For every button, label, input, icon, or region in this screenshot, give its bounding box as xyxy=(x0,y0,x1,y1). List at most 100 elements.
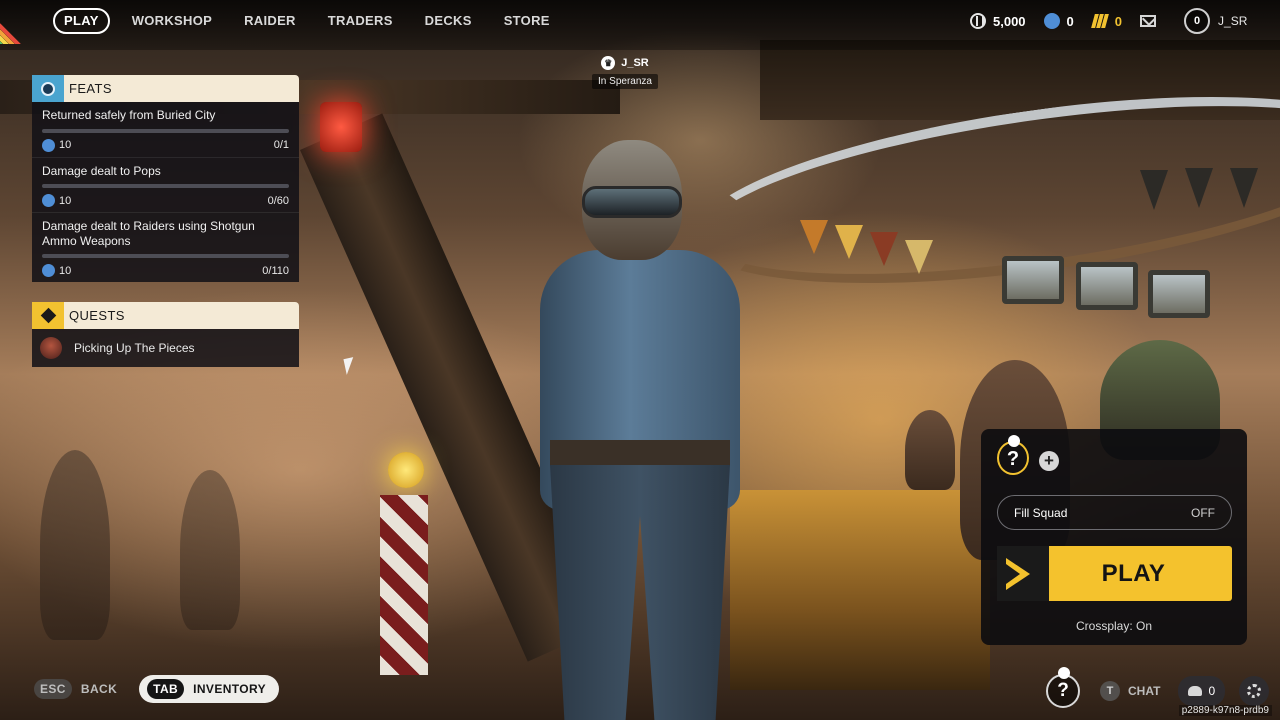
crt-monitor xyxy=(1002,256,1064,304)
play-button-label: PLAY xyxy=(1101,559,1166,587)
friends-count: 0 xyxy=(1208,684,1216,698)
cred-display[interactable]: 0 xyxy=(1090,13,1123,29)
pennant-flag xyxy=(905,240,933,274)
npc-figure xyxy=(180,470,240,630)
back-button[interactable]: ESC BACK xyxy=(34,679,117,699)
friends-button[interactable]: 0 xyxy=(1178,676,1226,706)
friends-icon xyxy=(1188,686,1203,696)
player-name: J_SR xyxy=(621,57,649,69)
yellow-lamp xyxy=(388,452,424,488)
main-nav: PLAY WORKSHOP RAIDER TRADERS DECKS STORE xyxy=(53,8,566,34)
mail-icon[interactable] xyxy=(1140,15,1157,27)
rainbow-corner-accent xyxy=(0,0,44,44)
feat-title: Returned safely from Buried City xyxy=(42,108,216,122)
chat-label: CHAT xyxy=(1128,684,1161,698)
cred-icon xyxy=(1090,13,1109,29)
token-icon xyxy=(42,264,55,277)
quests-panel: QUESTS Picking Up The Pieces xyxy=(32,302,299,367)
feats-title: FEATS xyxy=(69,81,112,96)
feat-progress-bar xyxy=(42,254,289,258)
add-squad-member-button[interactable]: + xyxy=(1039,451,1059,471)
nav-tab-play[interactable]: PLAY xyxy=(53,8,110,34)
chat-button[interactable]: T CHAT xyxy=(1100,681,1160,701)
nav-tab-raider[interactable]: RAIDER xyxy=(228,8,312,34)
feat-progress: 0/110 xyxy=(262,264,289,277)
crossplay-status: Crossplay: On xyxy=(1075,619,1153,633)
nav-tab-decks[interactable]: DECKS xyxy=(409,8,488,34)
settings-button[interactable] xyxy=(1239,676,1270,706)
player-character xyxy=(520,140,760,720)
esc-key-hint: ESC xyxy=(34,679,72,699)
feats-header[interactable]: FEATS xyxy=(32,75,299,102)
quest-item[interactable]: Picking Up The Pieces xyxy=(32,329,299,367)
feat-item[interactable]: Returned safely from Buried City 10 0/1 xyxy=(32,102,299,158)
tokens-value: 0 xyxy=(1066,13,1074,29)
tab-key-hint: TAB xyxy=(147,679,185,699)
fill-squad-toggle[interactable]: Fill Squad OFF xyxy=(997,495,1232,530)
feat-progress-bar xyxy=(42,128,289,133)
quests-icon xyxy=(32,302,64,329)
quests-header[interactable]: QUESTS xyxy=(32,302,299,329)
quest-giver-avatar xyxy=(40,337,62,359)
quests-title: QUESTS xyxy=(69,308,125,323)
nav-tab-traders[interactable]: TRADERS xyxy=(312,8,409,34)
play-button[interactable]: PLAY xyxy=(997,546,1232,601)
coins-display[interactable]: 5,000 xyxy=(970,13,1026,29)
feat-reward: 10 xyxy=(59,139,72,151)
crown-icon xyxy=(1008,435,1020,447)
coin-icon xyxy=(970,13,986,29)
quest-label: Picking Up The Pieces xyxy=(74,341,195,355)
pennant-flag xyxy=(800,220,828,254)
token-icon xyxy=(42,194,55,207)
feat-reward: 10 xyxy=(59,194,72,207)
player-location: In Speranza xyxy=(592,74,658,89)
tokens-display[interactable]: 0 xyxy=(1043,13,1074,29)
feat-progress: 0/1 xyxy=(273,139,289,151)
feat-progress: 0/60 xyxy=(267,194,289,207)
fill-squad-label: Fill Squad xyxy=(1014,505,1068,520)
pennant-flag xyxy=(835,225,863,259)
nav-tab-workshop[interactable]: WORKSHOP xyxy=(116,8,228,34)
npc-figure xyxy=(40,450,110,640)
pennant-flag xyxy=(1185,168,1213,208)
cred-value: 0 xyxy=(1114,13,1123,29)
nav-tab-store[interactable]: STORE xyxy=(488,8,566,34)
crown-icon: ♛ xyxy=(601,56,616,70)
user-level-badge: 0 xyxy=(1184,8,1211,34)
feats-list: Returned safely from Buried City 10 0/1 … xyxy=(32,102,299,282)
pennant-flag xyxy=(870,232,898,266)
bottom-social-bar: ? T CHAT 0 xyxy=(1046,667,1270,708)
striped-post xyxy=(380,495,428,675)
play-chevron-icon xyxy=(997,546,1049,601)
feat-reward: 10 xyxy=(59,264,72,277)
player-nameplate: ♛ J_SR In Speranza xyxy=(592,56,658,89)
user-profile[interactable]: 0 J_SR xyxy=(1184,8,1247,34)
fill-squad-state: OFF xyxy=(1191,505,1215,520)
bottom-hints: ESC BACK TAB INVENTORY xyxy=(34,675,280,703)
back-label: BACK xyxy=(80,682,118,696)
feat-progress-bar xyxy=(42,184,289,188)
feats-panel: FEATS Returned safely from Buried City 1… xyxy=(32,75,299,282)
inventory-label: INVENTORY xyxy=(193,682,267,696)
gear-icon xyxy=(1247,684,1262,698)
npc-figure xyxy=(905,410,955,490)
crt-monitor xyxy=(1148,270,1210,318)
feat-item[interactable]: Damage dealt to Pops 10 0/60 xyxy=(32,158,299,213)
party-slot[interactable]: ? xyxy=(1046,667,1080,708)
token-icon xyxy=(42,138,55,152)
red-lamp xyxy=(320,102,362,152)
coins-value: 5,000 xyxy=(993,13,1026,29)
feats-icon xyxy=(32,75,64,102)
pennant-flag xyxy=(1140,170,1168,210)
crt-monitor xyxy=(1076,262,1138,310)
inventory-button[interactable]: TAB INVENTORY xyxy=(139,675,280,703)
quests-list: Picking Up The Pieces xyxy=(32,329,299,367)
currency-bar: 5,000 0 0 0 J_SR xyxy=(970,8,1247,34)
bar-counter xyxy=(730,490,990,690)
token-icon xyxy=(1043,13,1060,29)
user-name: J_SR xyxy=(1218,14,1248,28)
t-key-hint: T xyxy=(1100,681,1120,701)
feat-title: Damage dealt to Raiders using Shotgun Am… xyxy=(42,219,255,248)
feat-item[interactable]: Damage dealt to Raiders using Shotgun Am… xyxy=(32,213,299,282)
pennant-flag xyxy=(1230,168,1258,208)
